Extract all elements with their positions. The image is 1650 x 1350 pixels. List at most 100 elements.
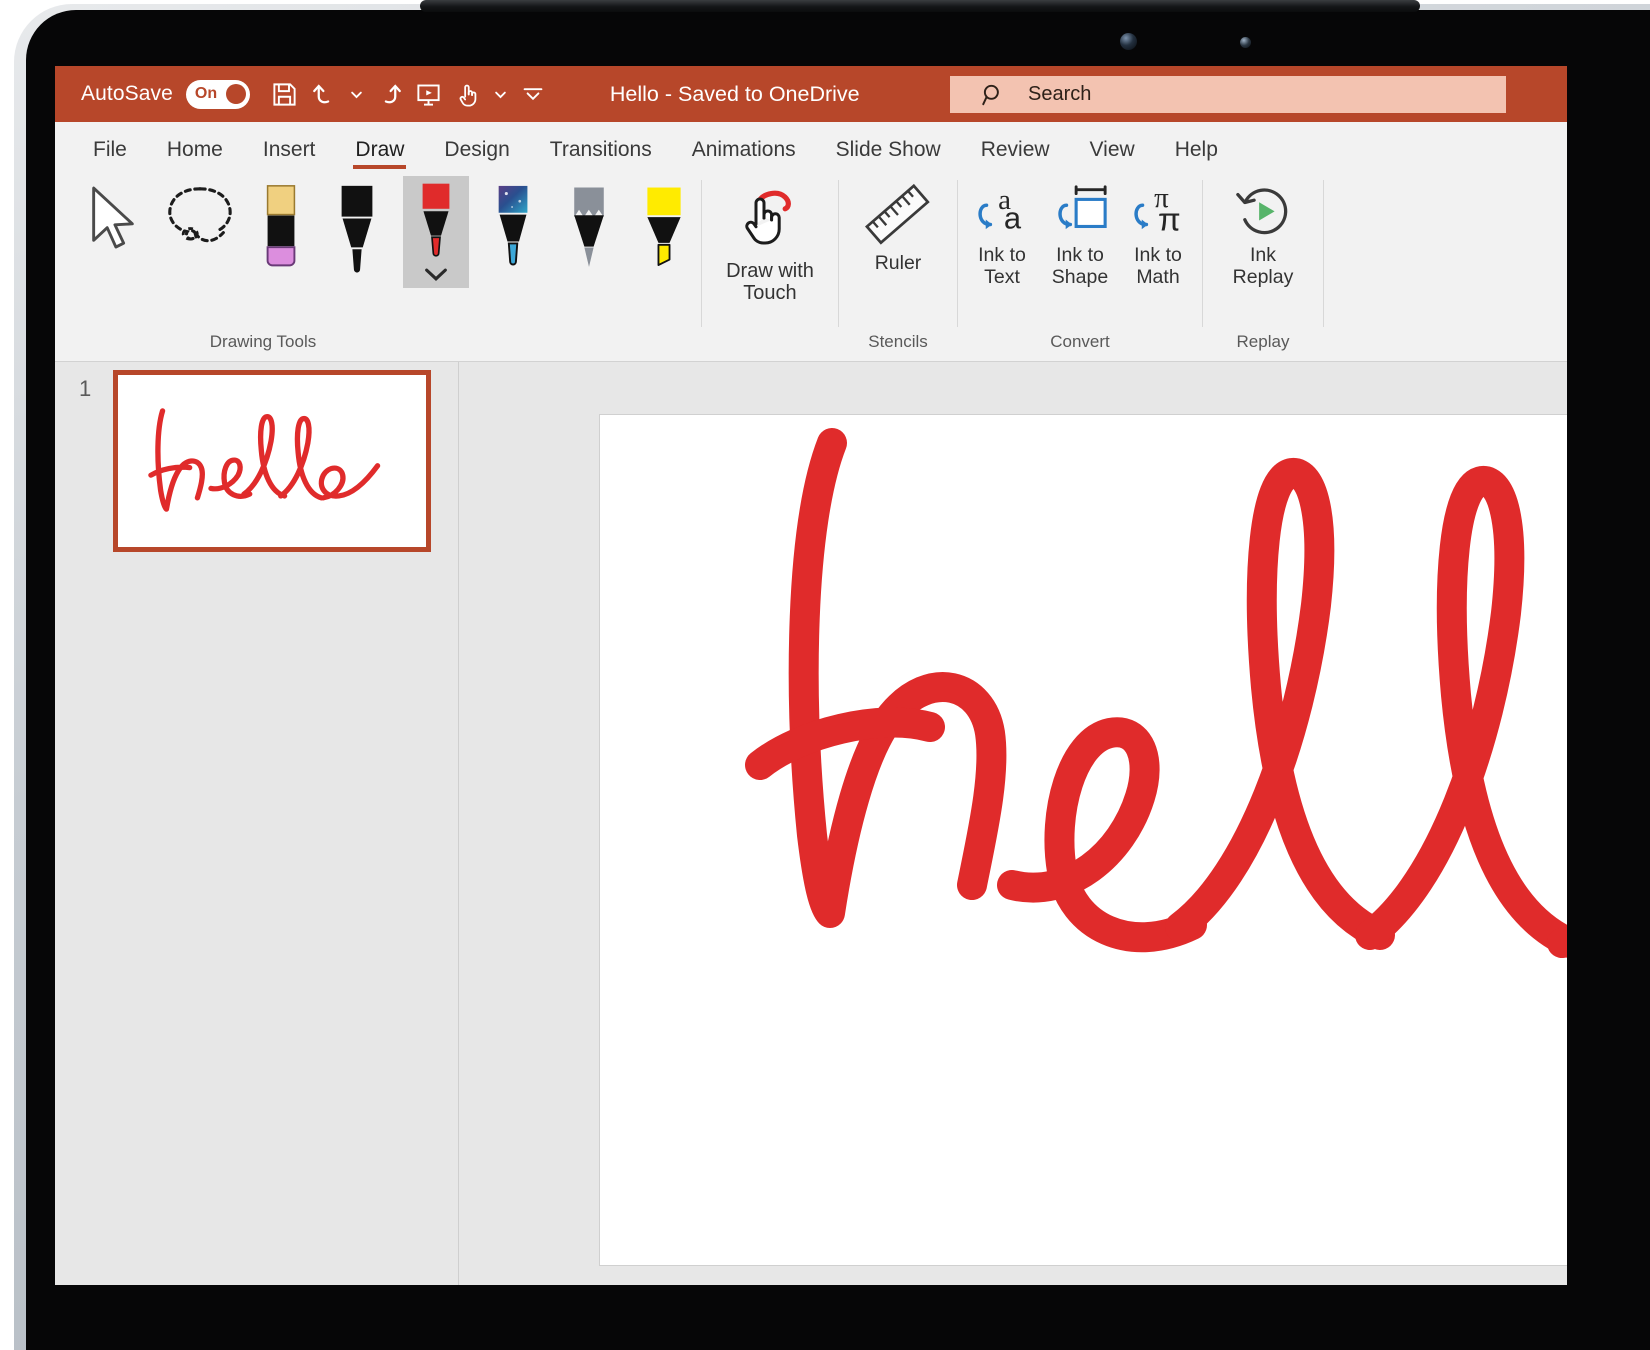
label-line-1: Ink to: [978, 244, 1026, 266]
group-label-stencils: Stencils: [839, 332, 957, 361]
ruler-button[interactable]: Ruler: [843, 176, 953, 274]
tab-label: Transitions: [550, 138, 652, 161]
title-bar: AutoSave On: [55, 66, 1567, 122]
highlighter-icon: [640, 182, 688, 278]
redo-button[interactable]: [370, 74, 408, 114]
slide-thumbnail-pane[interactable]: 1: [55, 362, 459, 1285]
active-tab-underline: [353, 165, 406, 169]
customize-quick-access-button[interactable]: [514, 74, 552, 114]
search-placeholder: Search: [1028, 83, 1091, 106]
tab-label: Design: [444, 138, 509, 161]
slide-number: 1: [79, 376, 91, 402]
tab-animations[interactable]: Animations: [672, 139, 816, 170]
tab-home[interactable]: Home: [147, 139, 243, 170]
work-area: 1: [55, 362, 1567, 1285]
svg-text:a: a: [1004, 200, 1022, 235]
ink-replay-button[interactable]: Ink Replay: [1207, 176, 1319, 288]
ink-to-text-label: Ink to Text: [978, 244, 1026, 288]
undo-button[interactable]: [306, 74, 344, 114]
thumbnail-ink-hello: [118, 375, 426, 547]
pen-options-chevron-icon[interactable]: [422, 265, 450, 288]
svg-text:π: π: [1158, 200, 1181, 237]
ink-to-text-icon: a a: [971, 182, 1033, 240]
eraser-tool[interactable]: [244, 176, 319, 274]
label-line-1: Ink: [1250, 244, 1276, 266]
ink-to-math-label: Ink to Math: [1134, 244, 1182, 288]
present-button[interactable]: [410, 74, 448, 114]
search-box[interactable]: Search: [950, 76, 1506, 113]
label-line-2: Shape: [1052, 266, 1108, 288]
tab-label: Review: [981, 138, 1050, 161]
touch-dropdown-chevron-icon[interactable]: [490, 74, 512, 114]
tab-label: File: [93, 138, 127, 161]
undo-dropdown-chevron-icon[interactable]: [346, 74, 368, 114]
draw-with-touch-button[interactable]: Draw with Touch: [711, 176, 829, 305]
tab-draw[interactable]: Draw: [335, 139, 424, 170]
ink-replay-icon: [1232, 182, 1294, 240]
attached-stylus[interactable]: [420, 0, 1420, 12]
tab-view[interactable]: View: [1070, 139, 1155, 170]
group-label-drawing-tools: Drawing Tools: [55, 332, 701, 361]
group-label-replay: Replay: [1203, 332, 1323, 361]
label-line-2: Math: [1136, 266, 1179, 288]
pen-galaxy-tool[interactable]: [476, 176, 551, 278]
ink-to-shape-label: Ink to Shape: [1052, 244, 1108, 288]
screenshot-root: AutoSave On: [0, 0, 1650, 1350]
save-button[interactable]: [266, 74, 304, 114]
highlighter-tool[interactable]: [626, 176, 701, 278]
label-line-2: Touch: [743, 282, 796, 304]
toggle-knob: [226, 84, 246, 104]
sensor-icon: [1240, 37, 1251, 48]
touch-mode-button[interactable]: [450, 74, 488, 114]
tab-review[interactable]: Review: [961, 139, 1070, 170]
group-label-convert: Convert: [958, 332, 1202, 361]
pen-red-tool[interactable]: [395, 176, 476, 288]
group-label-draw-with-touch: [702, 352, 838, 361]
black-pen-icon: [332, 182, 382, 282]
select-object-icon: [84, 182, 142, 256]
ink-to-text-button[interactable]: a a Ink to Text: [963, 176, 1041, 288]
label-line-1: Ink to: [1134, 244, 1182, 266]
tab-transitions[interactable]: Transitions: [530, 139, 672, 170]
canvas-ink-hello: [600, 415, 1567, 1266]
galaxy-pen-icon: [491, 182, 537, 278]
group-separator: [1323, 180, 1324, 327]
selected-pen-highlight: [403, 176, 469, 288]
select-object-tool[interactable]: [73, 176, 154, 256]
search-icon: [980, 82, 1006, 108]
autosave-toggle[interactable]: On: [186, 80, 250, 109]
ink-to-shape-button[interactable]: Ink to Shape: [1041, 176, 1119, 288]
tab-label: Help: [1175, 138, 1218, 161]
slide-thumbnail-1[interactable]: [113, 370, 431, 552]
tab-label: View: [1090, 138, 1135, 161]
front-camera-icon: [1120, 33, 1137, 50]
slide-canvas[interactable]: [599, 414, 1567, 1266]
tab-help[interactable]: Help: [1155, 139, 1238, 170]
pencil-tool[interactable]: [551, 176, 626, 278]
ink-to-math-icon: π π: [1127, 182, 1189, 240]
ruler-label: Ruler: [875, 252, 922, 274]
tab-insert[interactable]: Insert: [243, 139, 336, 170]
powerpoint-window: AutoSave On: [55, 66, 1567, 1285]
tab-file[interactable]: File: [73, 139, 147, 170]
tab-label: Animations: [692, 138, 796, 161]
ink-to-math-button[interactable]: π π Ink to Math: [1119, 176, 1197, 288]
tab-slide-show[interactable]: Slide Show: [816, 139, 961, 170]
lasso-select-tool[interactable]: [154, 176, 244, 256]
pen-black-tool[interactable]: [319, 176, 396, 282]
ribbon-tabs: File Home Insert Draw Design Transitions…: [55, 122, 1567, 170]
label-line-1: Ink to: [1056, 244, 1104, 266]
document-title: Hello - Saved to OneDrive: [610, 82, 860, 107]
label-line-2: Text: [984, 266, 1020, 288]
ribbon-group-stencils: Ruler Stencils: [839, 170, 957, 361]
autosave-label: AutoSave: [81, 82, 173, 106]
tab-design[interactable]: Design: [424, 139, 529, 170]
tab-label: Draw: [355, 138, 404, 161]
eraser-icon: [258, 182, 304, 274]
ribbon-draw: Drawing Tools Draw with: [55, 170, 1567, 362]
ribbon-group-drawing-tools: Drawing Tools: [55, 170, 701, 361]
red-pen-icon: [411, 182, 461, 259]
label-line-1: Draw with: [726, 260, 814, 282]
autosave-state-label: On: [195, 85, 217, 103]
canvas-wrapper: [459, 362, 1567, 1285]
